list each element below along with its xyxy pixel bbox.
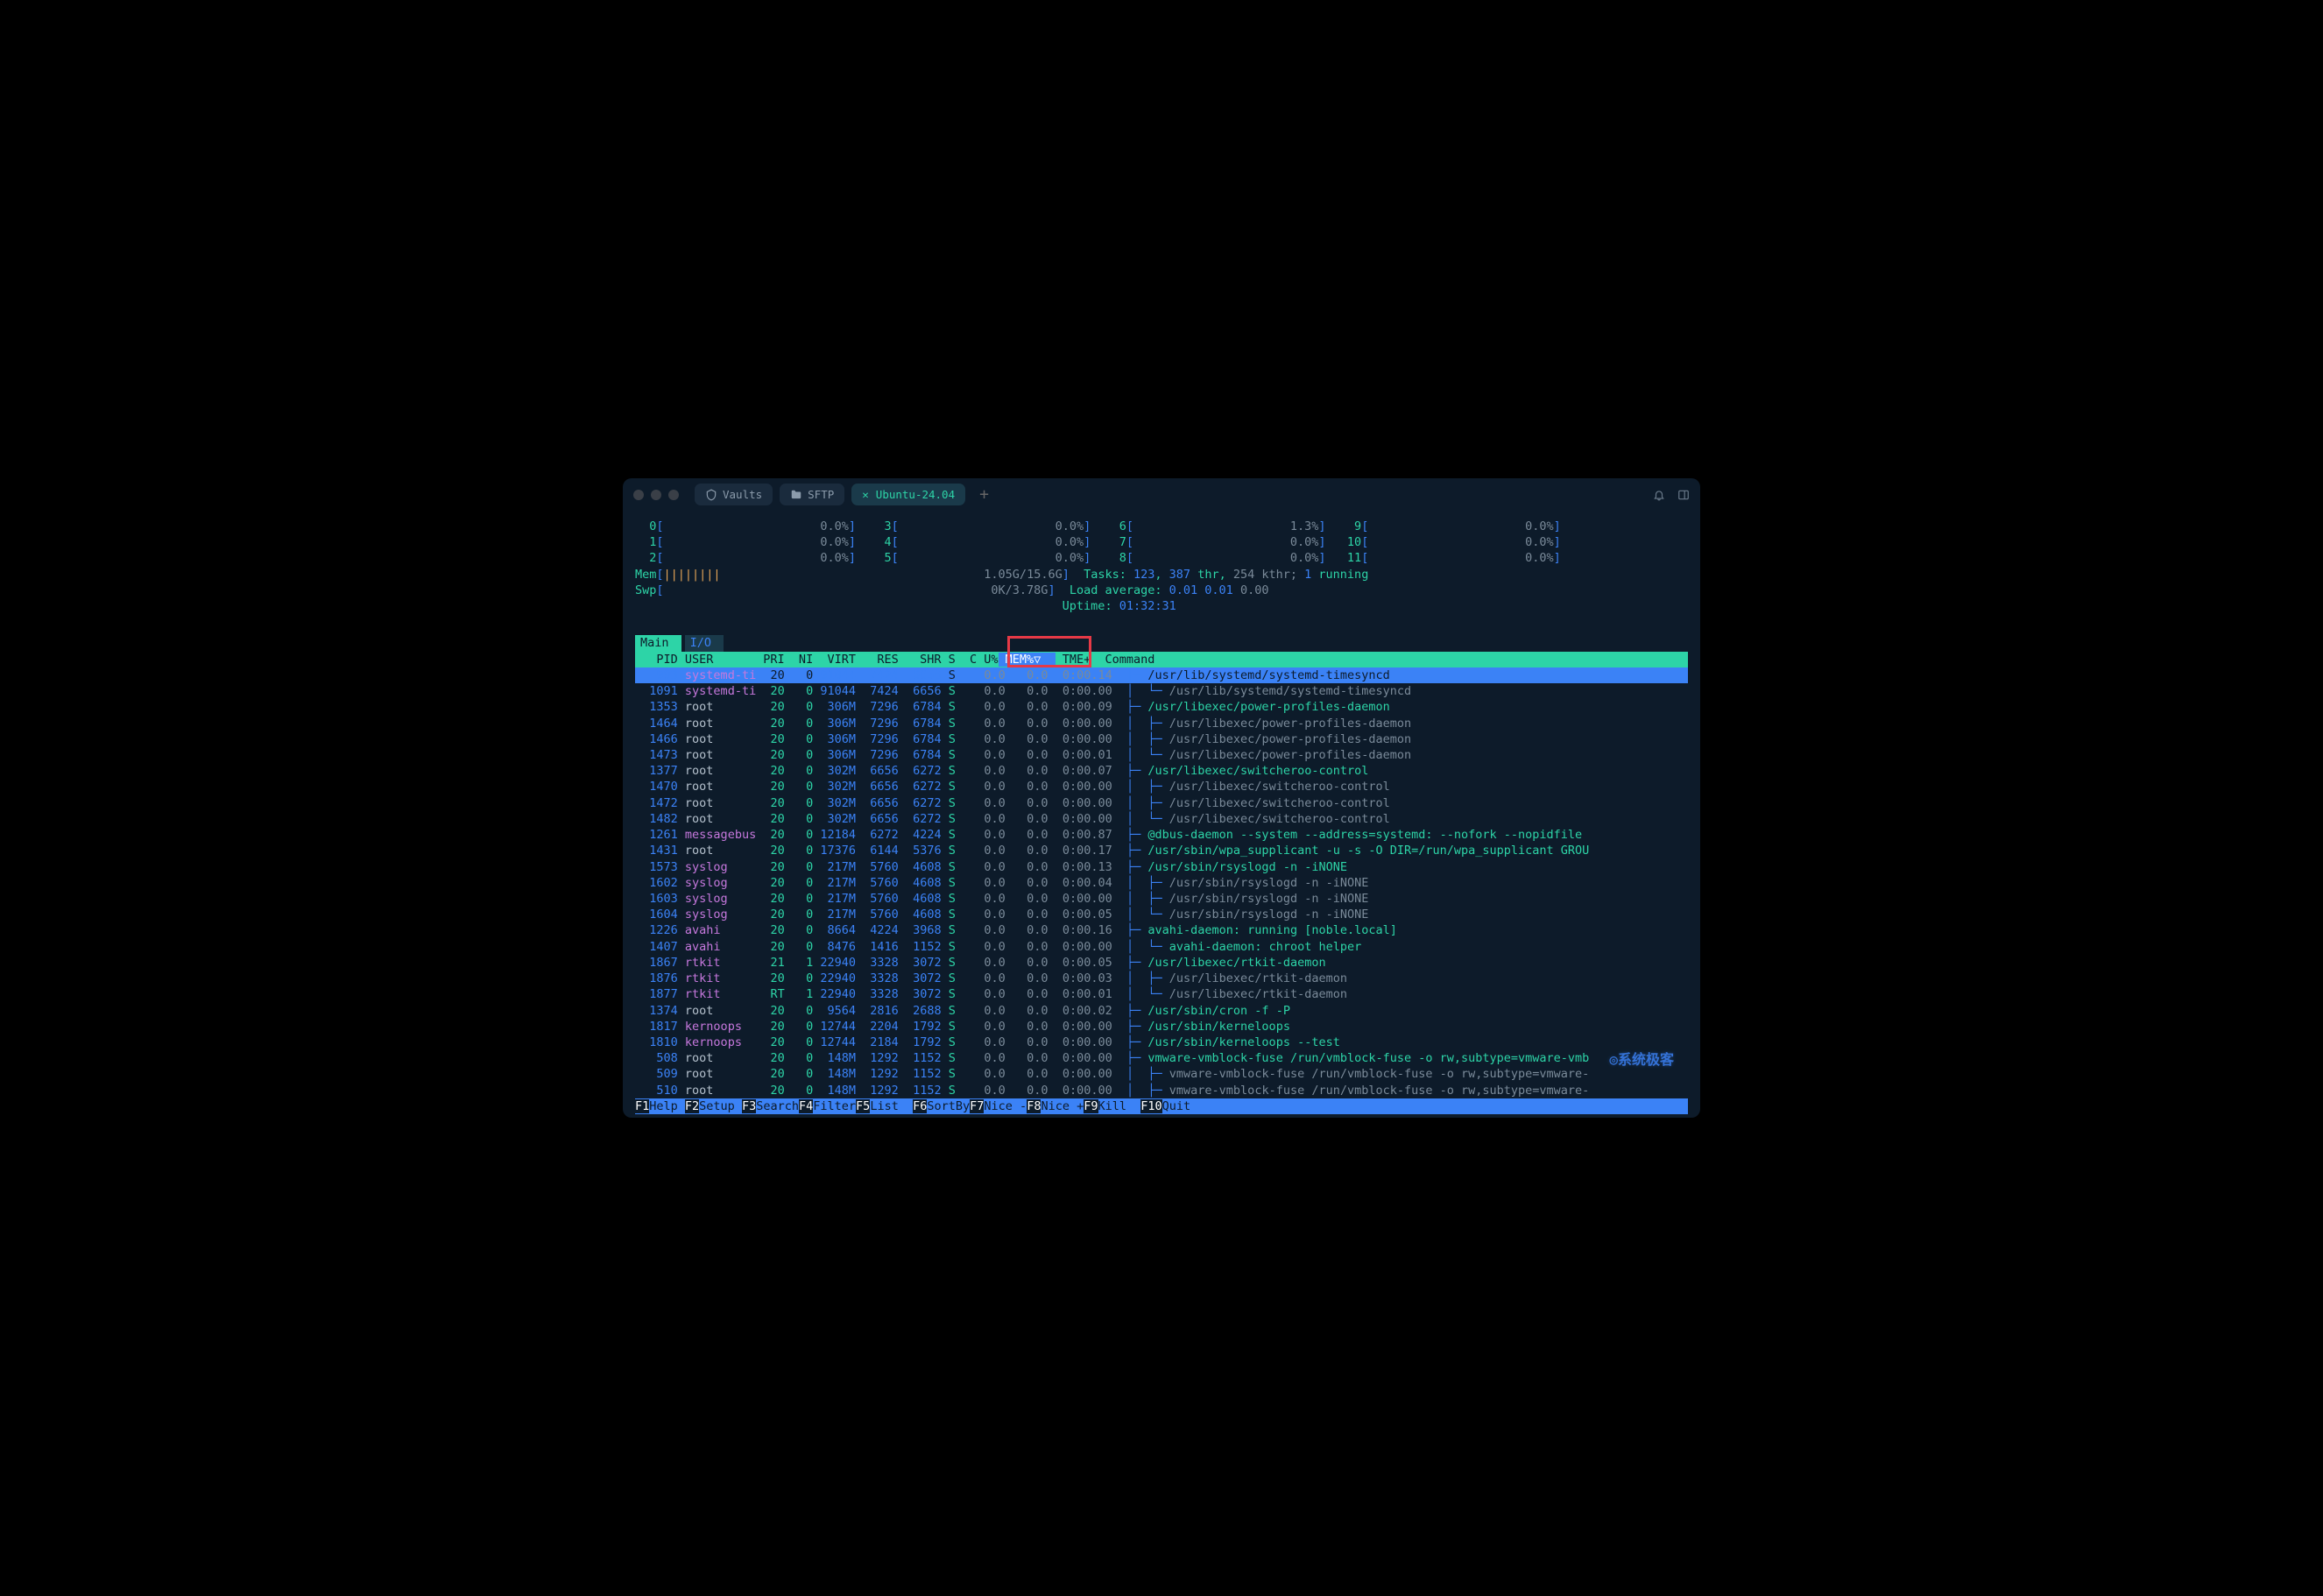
maximize-dot[interactable] (668, 490, 679, 500)
process-row[interactable]: 1602 syslog 20 0 217M 5760 4608 S 0.0 0.… (635, 875, 1688, 891)
process-row[interactable]: 1810 kernoops 20 0 12744 2184 1792 S 0.0… (635, 1035, 1688, 1050)
process-row[interactable]: 510 root 20 0 148M 1292 1152 S 0.0 0.0 0… (635, 1083, 1688, 1098)
process-row[interactable]: 1876 rtkit 20 0 22940 3328 3072 S 0.0 0.… (635, 971, 1688, 986)
process-row[interactable]: 509 root 20 0 148M 1292 1152 S 0.0 0.0 0… (635, 1066, 1688, 1082)
process-row[interactable]: 1603 syslog 20 0 217M 5760 4608 S 0.0 0.… (635, 891, 1688, 907)
tab-label: SFTP (808, 488, 834, 501)
process-row[interactable]: 1226 avahi 20 0 8664 4224 3968 S 0.0 0.0… (635, 922, 1688, 938)
process-row[interactable]: 1431 root 20 0 17376 6144 5376 S 0.0 0.0… (635, 843, 1688, 858)
folder-icon (790, 489, 802, 501)
process-row[interactable]: 508 root 20 0 148M 1292 1152 S 0.0 0.0 0… (635, 1050, 1688, 1066)
process-row-selected[interactable]: 993 systemd-ti 20 0 91044 7424 6656 S 0.… (635, 667, 1688, 683)
x-icon: ✕ (862, 488, 869, 501)
terminal-content[interactable]: 0[ 0.0%] 3[ 0.0%] 6[ 1.3%] 9[ 0.0%] 1[ 0… (623, 512, 1700, 1118)
column-headers[interactable]: PID USER PRI NI VIRT RES SHR S C U% MEM%… (635, 652, 1688, 667)
watermark: ◎系统极客 (1609, 1048, 1674, 1069)
tab-ubuntu[interactable]: ✕ Ubuntu-24.04 (851, 484, 965, 505)
tab-vaults[interactable]: Vaults (695, 484, 773, 505)
process-row[interactable]: 1374 root 20 0 9564 2816 2688 S 0.0 0.0 … (635, 1003, 1688, 1019)
process-row[interactable]: 1472 root 20 0 302M 6656 6272 S 0.0 0.0 … (635, 795, 1688, 811)
minimize-dot[interactable] (651, 490, 661, 500)
process-row[interactable]: 1817 kernoops 20 0 12744 2204 1792 S 0.0… (635, 1019, 1688, 1035)
titlebar: Vaults SFTP ✕ Ubuntu-24.04 + (623, 478, 1700, 512)
tab-label: Ubuntu-24.04 (876, 488, 955, 501)
process-row[interactable]: 1091 systemd-ti 20 0 91044 7424 6656 S 0… (635, 683, 1688, 699)
process-row[interactable]: 1470 root 20 0 302M 6656 6272 S 0.0 0.0 … (635, 779, 1688, 794)
process-row[interactable]: 1466 root 20 0 306M 7296 6784 S 0.0 0.0 … (635, 731, 1688, 747)
process-row[interactable]: 1573 syslog 20 0 217M 5760 4608 S 0.0 0.… (635, 859, 1688, 875)
shield-icon (705, 489, 717, 501)
process-row[interactable]: 1877 rtkit RT 1 22940 3328 3072 S 0.0 0.… (635, 986, 1688, 1002)
window-controls (633, 490, 679, 500)
process-row[interactable]: 1464 root 20 0 306M 7296 6784 S 0.0 0.0 … (635, 716, 1688, 731)
process-row[interactable]: 1377 root 20 0 302M 6656 6272 S 0.0 0.0 … (635, 763, 1688, 779)
panel-icon[interactable] (1677, 489, 1690, 501)
tab-io[interactable]: I/O (685, 635, 724, 651)
close-dot[interactable] (633, 490, 644, 500)
bell-icon[interactable] (1653, 489, 1665, 501)
process-row[interactable]: 1407 avahi 20 0 8476 1416 1152 S 0.0 0.0… (635, 939, 1688, 955)
process-list[interactable]: 993 systemd-ti 20 0 91044 7424 6656 S 0.… (635, 667, 1688, 1098)
tab-label: Vaults (723, 488, 762, 501)
add-tab-button[interactable]: + (979, 485, 989, 504)
htop-tabs: Main I/O (635, 635, 1688, 651)
process-row[interactable]: 1473 root 20 0 306M 7296 6784 S 0.0 0.0 … (635, 747, 1688, 763)
process-row[interactable]: 1261 messagebus 20 0 12184 6272 4224 S 0… (635, 827, 1688, 843)
function-bar[interactable]: F1Help F2Setup F3SearchF4FilterF5List F6… (635, 1098, 1688, 1114)
tab-sftp[interactable]: SFTP (780, 484, 844, 505)
process-row[interactable]: 1867 rtkit 21 1 22940 3328 3072 S 0.0 0.… (635, 955, 1688, 971)
process-row[interactable]: 1353 root 20 0 306M 7296 6784 S 0.0 0.0 … (635, 699, 1688, 715)
process-row[interactable]: 1604 syslog 20 0 217M 5760 4608 S 0.0 0.… (635, 907, 1688, 922)
process-row[interactable]: 1482 root 20 0 302M 6656 6272 S 0.0 0.0 … (635, 811, 1688, 827)
tab-main[interactable]: Main (635, 635, 681, 651)
